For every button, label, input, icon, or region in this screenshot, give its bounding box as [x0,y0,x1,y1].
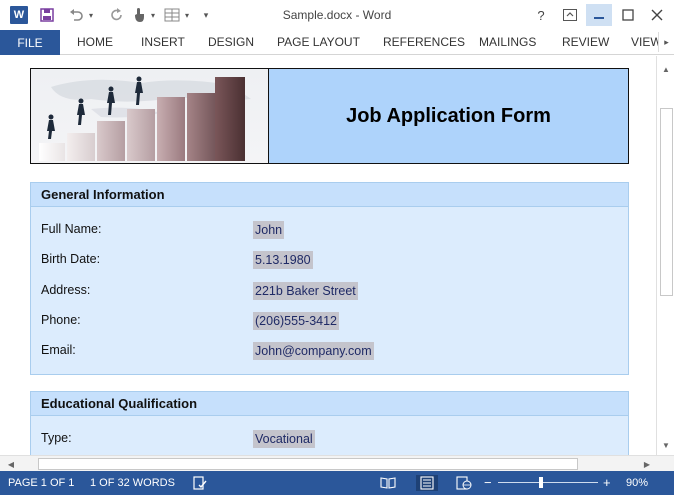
document-area[interactable]: Job Application Form General Information… [0,56,656,455]
section-heading: General Information [31,183,628,207]
field-label-email: Email: [41,343,76,357]
close-icon[interactable] [644,4,670,26]
field-label-birth-date: Birth Date: [41,252,101,266]
maximize-icon[interactable] [615,4,641,26]
field-value-full-name[interactable]: John [253,221,285,239]
horizontal-scrollbar[interactable]: ◀ ▶ [0,455,674,471]
word-count[interactable]: 1 OF 32 WORDS [90,471,175,495]
tab-design[interactable]: DESIGN [208,30,254,55]
zoom-out-button[interactable]: − [484,471,492,495]
tab-home[interactable]: HOME [77,30,113,55]
section-educational-qualification: Educational Qualification Type: Vocation… [30,391,629,455]
field-value-phone[interactable]: (206)555-3412 [253,312,340,330]
field-value-birth-date[interactable]: 5.13.1980 [253,251,313,269]
scroll-up-icon[interactable]: ▲ [659,62,673,76]
scroll-right-icon[interactable]: ▶ [640,457,654,471]
ribbon-scroll-right-icon[interactable]: ▸ [658,32,674,52]
help-button[interactable]: ? [528,4,554,26]
field-value-email[interactable]: John@company.com [253,342,374,360]
form-title: Job Application Form [269,69,628,163]
zoom-level[interactable]: 90% [626,471,648,495]
tab-page-layout[interactable]: PAGE LAYOUT [277,30,360,55]
ribbon-display-options-icon[interactable] [557,4,583,26]
ribbon-tabs: FILE HOME INSERT DESIGN PAGE LAYOUT REFE… [0,30,674,55]
header-table: Job Application Form [30,68,629,164]
title-bar: W ▾ ▾ ▾ ▾ Sample.docx - Word ? [0,0,674,30]
tab-mailings[interactable]: MAILINGS [479,30,536,55]
field-value-address[interactable]: 221b Baker Street [253,282,358,300]
document-page[interactable]: Job Application Form General Information… [0,56,656,455]
scroll-down-icon[interactable]: ▼ [659,438,673,452]
web-layout-icon[interactable] [456,475,472,491]
page-count[interactable]: PAGE 1 OF 1 [8,471,74,495]
zoom-in-button[interactable]: + [603,471,611,495]
tab-references[interactable]: REFERENCES [383,30,465,55]
tab-insert[interactable]: INSERT [141,30,185,55]
business-growth-image [31,69,269,163]
read-mode-icon[interactable] [380,475,396,491]
zoom-slider-thumb[interactable] [539,477,543,488]
vertical-scroll-thumb[interactable] [660,108,673,296]
tab-file[interactable]: FILE [0,30,60,55]
field-label-phone: Phone: [41,313,81,327]
vertical-scrollbar[interactable]: ▲ ▼ [656,56,674,455]
scroll-left-icon[interactable]: ◀ [4,457,18,471]
field-label-address: Address: [41,283,91,297]
field-label-type: Type: [41,431,72,445]
tab-review[interactable]: REVIEW [562,30,609,55]
field-value-type[interactable]: Vocational [253,430,315,448]
proofing-icon[interactable] [192,475,208,491]
section-heading: Educational Qualification [31,392,628,416]
print-layout-icon[interactable] [416,475,438,491]
zoom-slider-track[interactable] [498,482,598,483]
field-label-full-name: Full Name: [41,222,102,236]
section-general-information: General Information Full Name: John Birt… [30,182,629,375]
minimize-icon[interactable] [586,4,612,26]
horizontal-scroll-thumb[interactable] [38,458,578,470]
status-bar: PAGE 1 OF 1 1 OF 32 WORDS − + 90% [0,471,674,495]
